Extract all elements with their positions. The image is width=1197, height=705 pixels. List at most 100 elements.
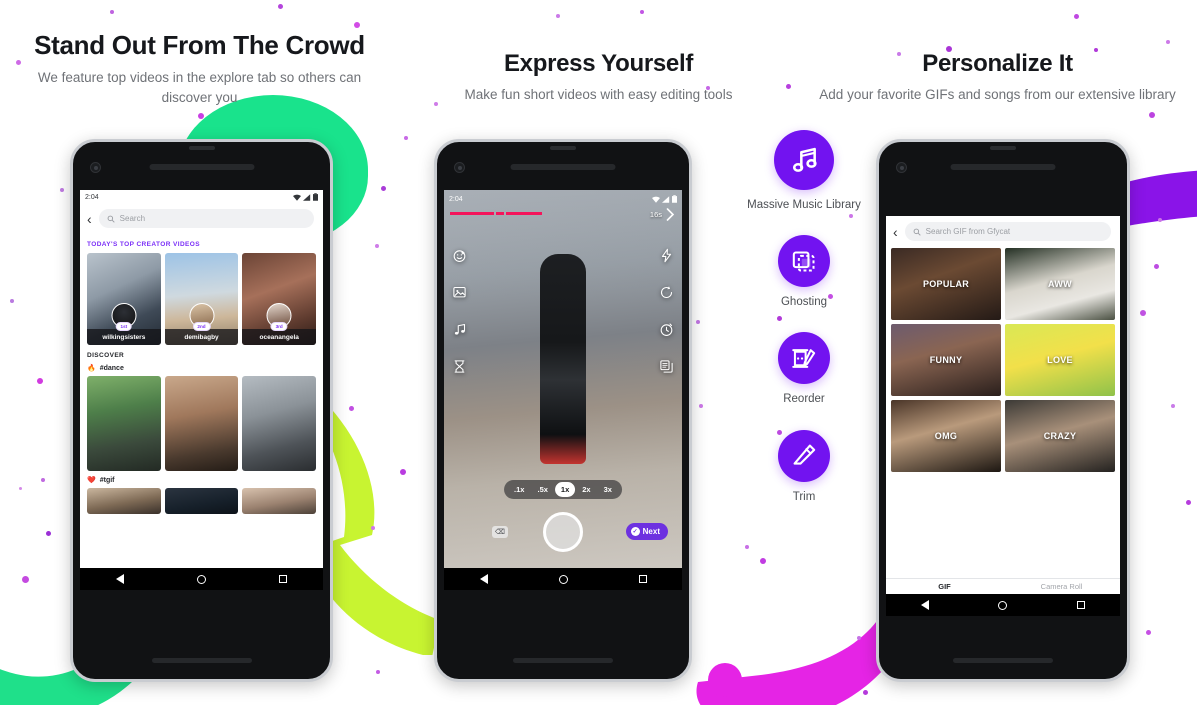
speed-option-2x[interactable]: 2x bbox=[576, 482, 596, 497]
nav-back-icon[interactable] bbox=[116, 574, 125, 584]
front-camera-icon bbox=[90, 162, 101, 173]
video-tile[interactable] bbox=[242, 376, 317, 471]
speed-option-1x[interactable]: 1x bbox=[554, 482, 576, 497]
nav-home-icon[interactable] bbox=[998, 600, 1008, 610]
phone-top-bezel bbox=[73, 142, 330, 190]
explore-search-bar[interactable]: ‹ Search bbox=[80, 204, 323, 234]
nav-home-icon[interactable] bbox=[196, 574, 206, 584]
trim-razor-icon bbox=[793, 444, 815, 465]
creator-card[interactable]: 3rd oceanangela bbox=[242, 253, 317, 345]
gif-category-tile[interactable]: AWW bbox=[1005, 248, 1115, 320]
feature-ghosting[interactable]: Ghosting bbox=[778, 235, 830, 310]
creator-username: wilkingsisters bbox=[87, 329, 161, 345]
creator-card[interactable]: 1st wilkingsisters bbox=[87, 253, 161, 345]
gif-category-tile[interactable]: OMG bbox=[891, 400, 1001, 472]
emoji-face-icon[interactable] bbox=[452, 248, 467, 263]
gif-row: FUNNY LOVE bbox=[891, 324, 1115, 396]
panel-camera: Express Yourself Make fun short videos w… bbox=[399, 0, 861, 705]
wifi-icon bbox=[293, 194, 301, 201]
video-tile[interactable] bbox=[87, 376, 161, 471]
camera-left-tools bbox=[452, 248, 467, 374]
check-icon: ✓ bbox=[630, 527, 640, 536]
phone-top-bezel bbox=[879, 142, 1127, 190]
search-placeholder-text: Search bbox=[119, 214, 146, 223]
creator-card[interactable]: 2nd demibagby bbox=[164, 253, 239, 345]
front-camera-icon bbox=[896, 162, 907, 173]
gif-search-input[interactable]: Search GIF from Gfycat bbox=[904, 222, 1111, 241]
speed-option-3x[interactable]: 3x bbox=[598, 482, 618, 497]
android-nav-bar[interactable] bbox=[886, 594, 1120, 616]
creator-username: demibagby bbox=[164, 329, 239, 345]
video-tile[interactable] bbox=[164, 488, 239, 514]
camera-right-tools bbox=[659, 248, 674, 374]
panel-3-subtitle: Add your favorite GIFs and songs from ou… bbox=[819, 87, 1176, 102]
feature-label: Massive Music Library bbox=[747, 199, 861, 211]
feature-label: Trim bbox=[792, 490, 816, 503]
tab-camera-roll[interactable]: Camera Roll bbox=[1003, 579, 1120, 594]
earpiece-speaker bbox=[510, 164, 616, 170]
nav-home-icon[interactable] bbox=[558, 574, 568, 584]
explore-content: TODAY'S TOP CREATOR VIDEOS 1st wilkingsi… bbox=[80, 234, 323, 568]
next-button[interactable]: ✓ Next bbox=[625, 523, 668, 540]
android-status-bar: 2:04 bbox=[80, 190, 323, 204]
music-notes-icon bbox=[792, 147, 817, 172]
mic-slot bbox=[990, 146, 1016, 150]
android-nav-bar[interactable] bbox=[80, 568, 323, 590]
chevron-right-icon[interactable] bbox=[666, 208, 675, 221]
tab-gif[interactable]: GIF bbox=[886, 579, 1003, 594]
nav-recents-icon[interactable] bbox=[1077, 601, 1086, 609]
feature-music-library[interactable]: Massive Music Library bbox=[747, 130, 861, 213]
android-status-bar: 2:04 bbox=[444, 192, 682, 206]
reorder-clips-icon bbox=[791, 349, 815, 368]
signal-icon bbox=[303, 193, 311, 201]
gif-row: POPULAR AWW bbox=[891, 248, 1115, 320]
android-nav-bar[interactable] bbox=[444, 568, 682, 590]
duration-label: 16s bbox=[649, 210, 662, 219]
speed-option-0.1x[interactable]: .1x bbox=[508, 482, 530, 497]
speed-selector[interactable]: .1x .5x 1x 2x 3x bbox=[504, 480, 622, 499]
undo-delete-icon[interactable]: ⌫ bbox=[492, 526, 508, 538]
feature-list: Massive Music Library Ghosting Reorder T… bbox=[744, 130, 864, 505]
hourglass-timer-icon[interactable] bbox=[452, 359, 467, 374]
music-note-icon[interactable] bbox=[452, 322, 467, 337]
status-icons bbox=[652, 195, 677, 203]
back-chevron-icon[interactable]: ‹ bbox=[87, 212, 92, 226]
battery-icon bbox=[313, 193, 318, 201]
sticker-image-icon[interactable] bbox=[452, 285, 467, 300]
discover-heading: DISCOVER bbox=[87, 352, 125, 359]
recording-progress-bar bbox=[450, 212, 572, 215]
back-chevron-icon[interactable]: ‹ bbox=[893, 225, 898, 239]
feature-icon-circle bbox=[778, 429, 830, 482]
bottom-speaker-slot bbox=[513, 658, 613, 663]
gif-category-tile[interactable]: FUNNY bbox=[891, 324, 1001, 396]
hashtag-tgif[interactable]: ❤️ #tgif bbox=[87, 476, 316, 485]
feature-trim[interactable]: Trim bbox=[778, 429, 830, 505]
layers-icon[interactable] bbox=[659, 359, 674, 374]
hashtag-dance[interactable]: 🔥 #dance bbox=[87, 364, 316, 373]
feature-icon-circle bbox=[778, 235, 830, 288]
video-tile[interactable] bbox=[164, 376, 239, 471]
video-tile[interactable] bbox=[242, 488, 317, 514]
countdown-timer-icon[interactable] bbox=[659, 322, 674, 337]
search-icon bbox=[107, 215, 115, 223]
creator-username: oceanangela bbox=[242, 329, 317, 345]
nav-back-icon[interactable] bbox=[920, 600, 929, 610]
nav-recents-icon[interactable] bbox=[278, 575, 287, 583]
gif-search-bar[interactable]: ‹ Search GIF from Gfycat bbox=[886, 216, 1120, 248]
duration-indicator[interactable]: 16s bbox=[650, 208, 675, 221]
gif-category-tile[interactable]: POPULAR bbox=[891, 248, 1001, 320]
feature-reorder[interactable]: Reorder bbox=[778, 332, 830, 407]
camera-viewfinder[interactable]: 2:04 16s .1x .5x 1x 2x 3x ⌫ ✓ Next bbox=[444, 190, 682, 568]
gif-category-tile[interactable]: CRAZY bbox=[1005, 400, 1115, 472]
record-button[interactable] bbox=[543, 512, 583, 552]
gif-category-tile[interactable]: LOVE bbox=[1005, 324, 1115, 396]
video-tile[interactable] bbox=[87, 488, 161, 514]
flash-icon[interactable] bbox=[659, 248, 674, 263]
nav-recents-icon[interactable] bbox=[638, 575, 647, 583]
speed-option-0.5x[interactable]: .5x bbox=[531, 482, 553, 497]
nav-back-icon[interactable] bbox=[479, 574, 488, 584]
search-input[interactable]: Search bbox=[98, 209, 314, 228]
front-camera-icon bbox=[454, 162, 465, 173]
flip-camera-icon[interactable] bbox=[659, 285, 674, 300]
bottom-speaker-slot bbox=[151, 658, 252, 663]
